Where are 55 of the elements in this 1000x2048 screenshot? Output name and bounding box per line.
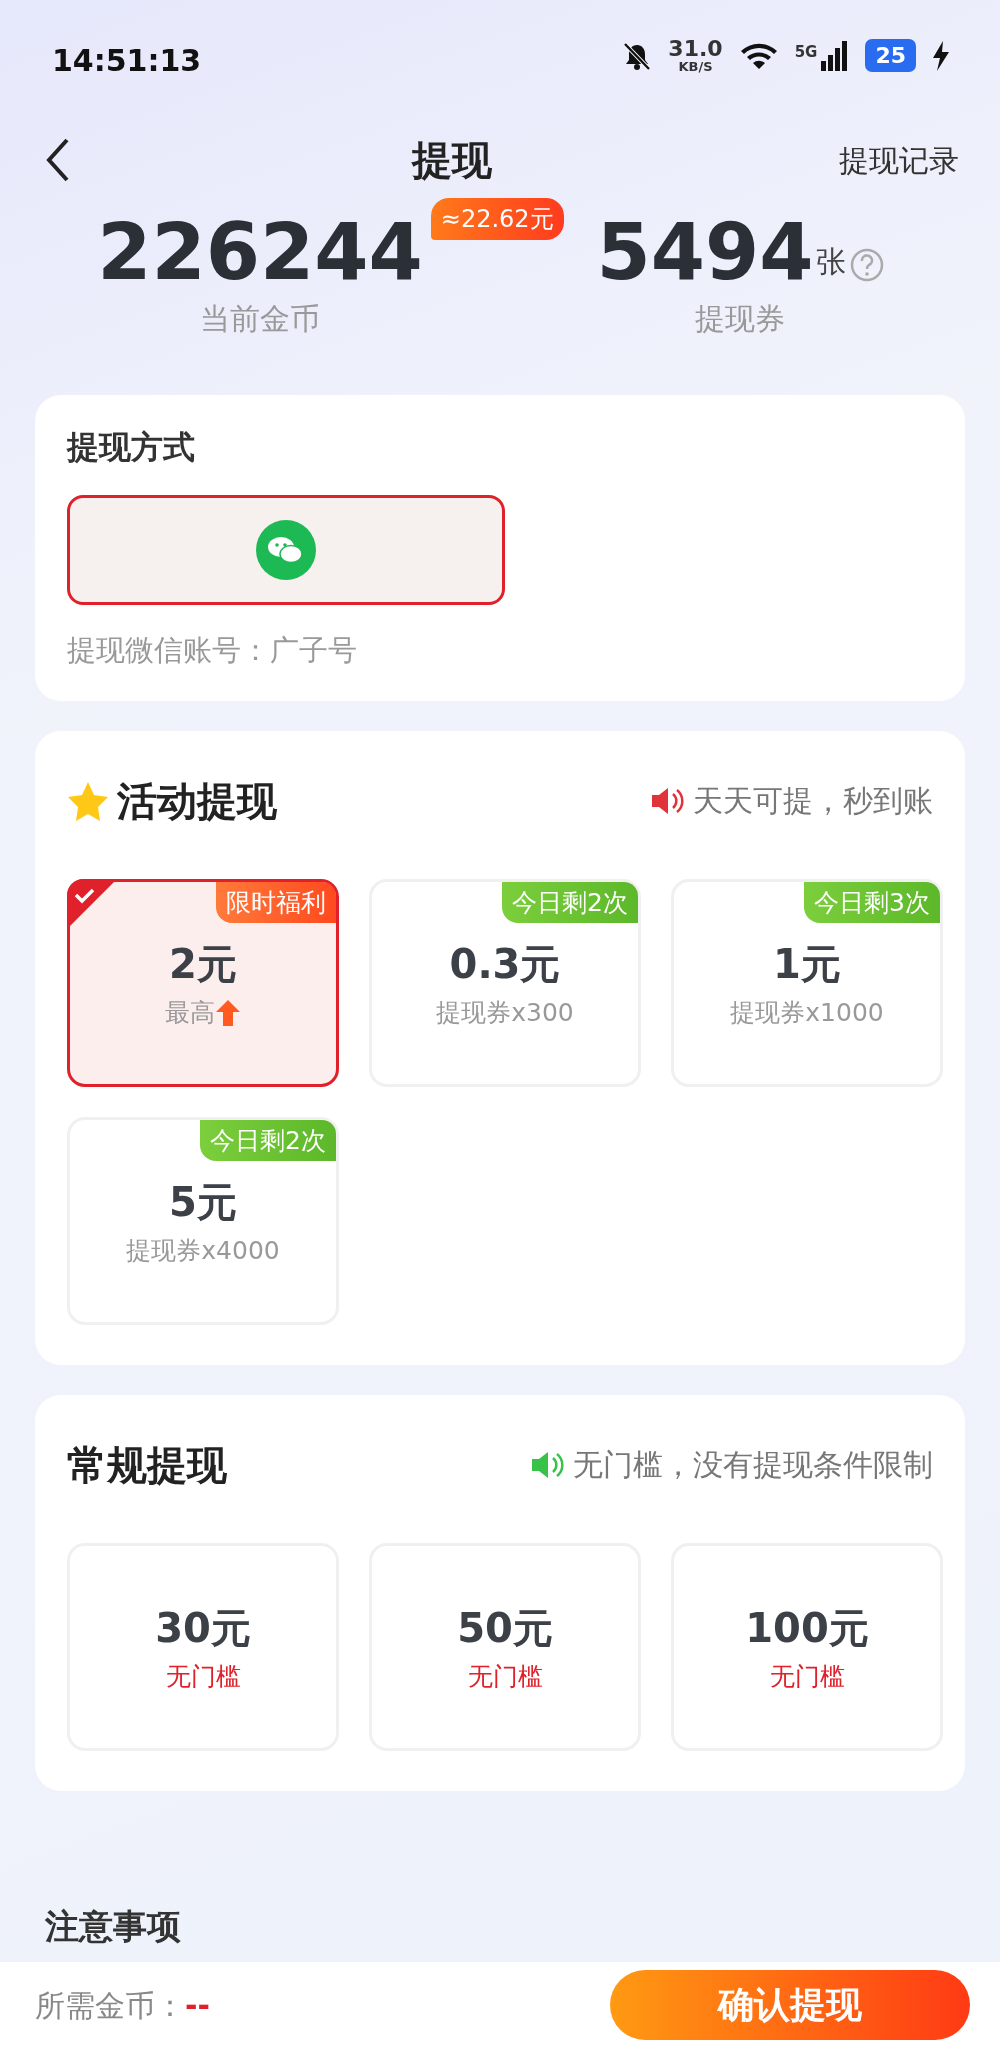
stat-label: 提现券 — [695, 299, 785, 338]
condition-text: 提现券x300 — [436, 996, 574, 1029]
amount-text: 1元 — [773, 939, 841, 989]
amount-option[interactable]: 限时福利 2元 最高 — [67, 878, 339, 1087]
tile-tag: 限时福利 — [216, 881, 336, 923]
account-text: 提现微信账号：广子号 — [67, 632, 358, 669]
notice-title: 注意事项 — [44, 1905, 182, 1948]
tile-tag: 今日剩3次 — [804, 881, 940, 923]
condition-text: 无门槛 — [769, 1660, 845, 1693]
clock-time: 14:51:13 — [52, 42, 202, 80]
charging-icon — [932, 40, 950, 71]
signal-icon — [821, 40, 850, 71]
amount-option[interactable]: 今日剩2次 0.3元 提现券x300 — [369, 878, 641, 1087]
amount-option[interactable]: 50元 无门槛 — [369, 1542, 641, 1751]
wechat-icon — [256, 520, 316, 580]
page-title: 提现 — [412, 136, 492, 185]
stat-value: 5494 — [596, 210, 814, 296]
condition-text: 无门槛 — [467, 1660, 543, 1693]
amount-option[interactable]: 今日剩2次 5元 提现券x4000 — [67, 1116, 339, 1325]
section-title: 提现方式 — [67, 427, 196, 468]
battery-level: 25 — [865, 39, 916, 72]
section-note: 天天可提，秒到账 — [693, 782, 933, 820]
network-speed: 31.0 — [668, 38, 723, 60]
condition-text: 提现券x4000 — [126, 1234, 280, 1267]
amount-text: 100元 — [745, 1603, 869, 1653]
tile-tag: 今日剩2次 — [502, 881, 638, 923]
section-note: 无门槛，没有提现条件限制 — [573, 1446, 933, 1484]
payment-option[interactable] — [67, 495, 505, 605]
muted-bell-icon — [622, 40, 653, 71]
stat-value: 226244 — [97, 210, 423, 296]
amount-option[interactable]: 今日剩3次 1元 提现券x1000 — [671, 878, 943, 1087]
amount-option[interactable]: 100元 无门槛 — [671, 1542, 943, 1751]
amount-option[interactable]: 30元 无门槛 — [67, 1542, 339, 1751]
check-corner-icon — [67, 878, 117, 929]
section-title: 常规提现 — [67, 1440, 227, 1490]
up-arrow-icon — [215, 998, 241, 1027]
conversion-badge: ≈22.62元 — [430, 198, 564, 240]
condition-text: 最高 — [165, 996, 215, 1029]
amount-text: 50元 — [457, 1603, 553, 1653]
amount-text: 30元 — [155, 1603, 251, 1653]
tile-tag: 今日剩2次 — [200, 1119, 336, 1161]
amount-text: 0.3元 — [449, 939, 561, 989]
required-coins-value: -- — [185, 1986, 210, 2025]
history-link[interactable]: 提现记录 — [833, 136, 965, 184]
section-title: 活动提现 — [117, 776, 277, 826]
condition-text: 提现券x1000 — [730, 996, 884, 1029]
back-button[interactable] — [45, 137, 71, 183]
network-type: 5G — [794, 41, 818, 63]
condition-text: 无门槛 — [165, 1660, 241, 1693]
stat-unit: 张 — [815, 242, 846, 281]
required-coins-label: 所需金币： — [35, 1986, 185, 2025]
amount-text: 2元 — [169, 939, 237, 989]
amount-text: 5元 — [169, 1177, 237, 1227]
stat-label: 当前金币 — [200, 299, 320, 338]
speed-unit: KB/S — [678, 60, 713, 73]
